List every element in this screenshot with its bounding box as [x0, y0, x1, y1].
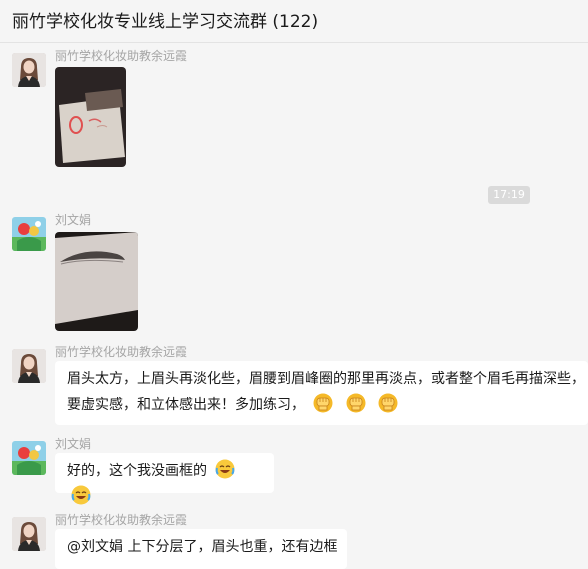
text-bubble[interactable]: 好的，这个我没画框的	[55, 453, 274, 493]
message-text: 好的，这个我没画框的	[67, 463, 207, 479]
fist-emoji	[313, 393, 333, 413]
fist-emoji	[378, 393, 398, 413]
sender-name: 丽竹学校化妆助教余远霞	[55, 49, 188, 63]
chat-header: 丽竹学校化妆专业线上学习交流群 (122)	[0, 0, 588, 43]
avatar[interactable]	[12, 217, 46, 251]
image-message[interactable]	[55, 67, 126, 167]
message-text: @刘文娟 上下分层了，眉头也重，还有边框	[67, 539, 338, 555]
laughing-tears-emoji	[215, 459, 235, 479]
sender-name: 丽竹学校化妆助教余远霞	[55, 513, 188, 527]
image-message[interactable]	[55, 232, 138, 331]
message-text: 眉头太方，上眉头再淡化些，眉腰到眉峰圈的那里再淡点，或者整个眉毛再描深些，	[67, 371, 585, 387]
sender-name: 刘文娟	[55, 437, 92, 451]
chat-title: 丽竹学校化妆专业线上学习交流群 (122)	[12, 12, 319, 32]
avatar[interactable]	[12, 53, 46, 87]
avatar[interactable]	[12, 517, 46, 551]
text-bubble[interactable]: @刘文娟 上下分层了，眉头也重，还有边框	[55, 529, 347, 569]
fist-emoji	[346, 393, 366, 413]
message-text: 要虚实感，和立体感出来！多加练习，	[67, 397, 305, 413]
avatar[interactable]	[12, 441, 46, 475]
timestamp: 17:19	[488, 186, 530, 204]
sender-name: 丽竹学校化妆助教余远霞	[55, 345, 188, 359]
avatar[interactable]	[12, 349, 46, 383]
text-bubble[interactable]: 眉头太方，上眉头再淡化些，眉腰到眉峰圈的那里再淡点，或者整个眉毛再描深些， 要虚…	[55, 361, 588, 425]
sender-name: 刘文娟	[55, 213, 92, 227]
laughing-tears-emoji	[71, 485, 91, 505]
